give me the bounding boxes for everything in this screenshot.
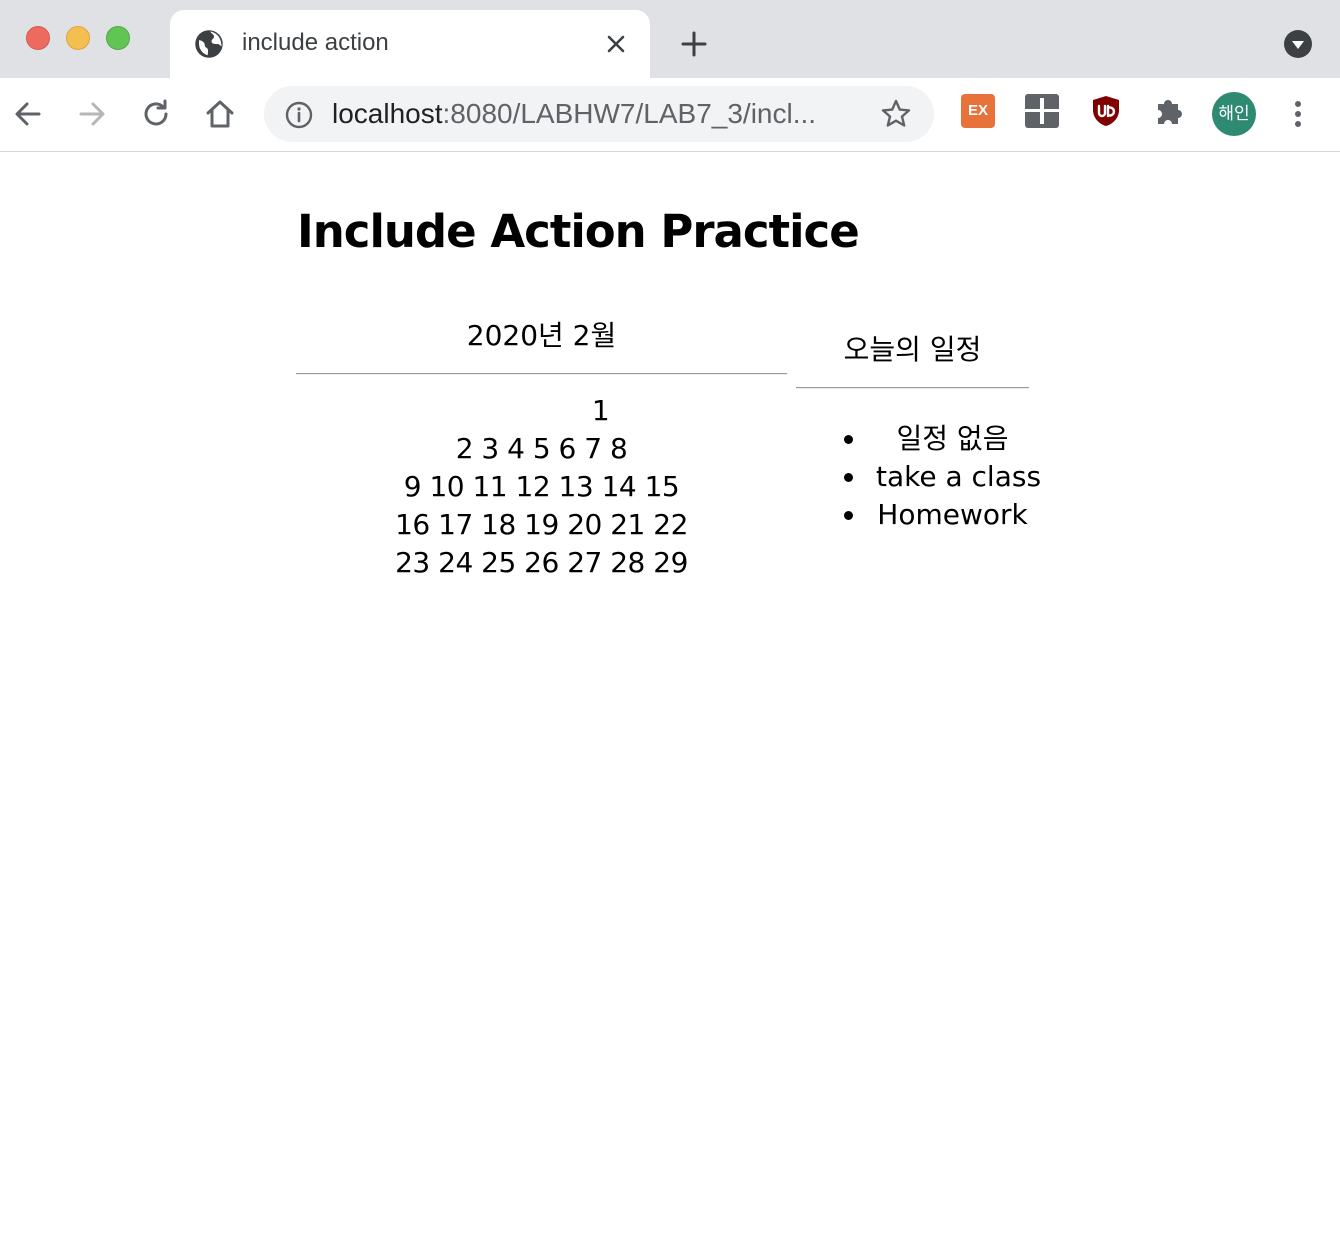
reload-icon[interactable] [138,96,174,132]
schedule-item-text: take a class [876,460,1042,493]
address-bar[interactable]: localhost:8080/LABHW7/LAB7_3/incl... [264,86,934,142]
url-host: localhost [332,98,443,129]
schedule-title: 오늘의 일정 [843,333,982,366]
tab-search-icon[interactable] [1282,28,1314,60]
minimize-window-button[interactable] [66,26,90,50]
back-arrow-icon[interactable] [10,96,46,132]
calendar-weeks: 1 2 3 4 5 6 7 8 9 10 11 12 13 14 15 16 1… [296,392,787,582]
tab-title: include action [242,29,389,56]
puzzle-icon[interactable] [1152,94,1186,128]
close-tab-icon[interactable] [604,32,628,56]
new-tab-icon[interactable] [678,28,710,60]
schedule-item-text: 일정 없음 [896,422,1009,455]
schedule-list: 일정 없음 take a class Homework [796,420,1042,534]
schedule-item: Homework [796,496,1029,534]
profile-avatar[interactable]: 해인 [1212,92,1256,136]
more-menu-icon[interactable] [1284,96,1312,132]
maximize-window-button[interactable] [106,26,130,50]
internet-archive-icon[interactable] [1025,94,1059,128]
ex-extension-icon[interactable]: EX [961,94,995,128]
tab-strip: include action [0,0,1340,78]
home-icon[interactable] [202,96,238,132]
browser-toolbar: localhost:8080/LABHW7/LAB7_3/incl... EX … [0,78,1340,152]
schedule-divider [796,387,1029,389]
bookmark-star-icon[interactable] [880,98,912,130]
calendar-week: 9 10 11 12 13 14 15 [403,470,680,503]
forward-arrow-icon[interactable] [74,96,110,132]
calendar-week: 16 17 18 19 20 21 22 [395,508,688,541]
calendar-week: 2 3 4 5 6 7 8 [455,432,628,465]
info-icon[interactable] [284,100,314,130]
page-title: Include Action Practice [297,205,860,258]
schedule-item: 일정 없음 [796,420,1029,458]
url-text: localhost:8080/LABHW7/LAB7_3/incl... [332,98,816,130]
calendar-panel: 2020년 2월 1 2 3 4 5 6 7 8 9 10 11 12 13 1… [296,318,787,579]
calendar-week: 23 24 25 26 27 28 29 [395,546,688,579]
calendar-week: 1 [591,394,610,427]
calendar-month: 2020년 2월 [466,319,617,352]
globe-icon [195,30,223,58]
schedule-item: take a class [796,458,1042,496]
ublock-origin-icon[interactable] [1089,94,1123,128]
calendar-divider [296,373,787,375]
schedule-item-text: Homework [877,498,1028,531]
browser-tab-active[interactable]: include action [170,10,650,78]
url-path: :8080/LABHW7/LAB7_3/incl... [442,98,817,129]
close-window-button[interactable] [26,26,50,50]
schedule-panel: 오늘의 일정 일정 없음 take a class Homework [796,330,1041,531]
